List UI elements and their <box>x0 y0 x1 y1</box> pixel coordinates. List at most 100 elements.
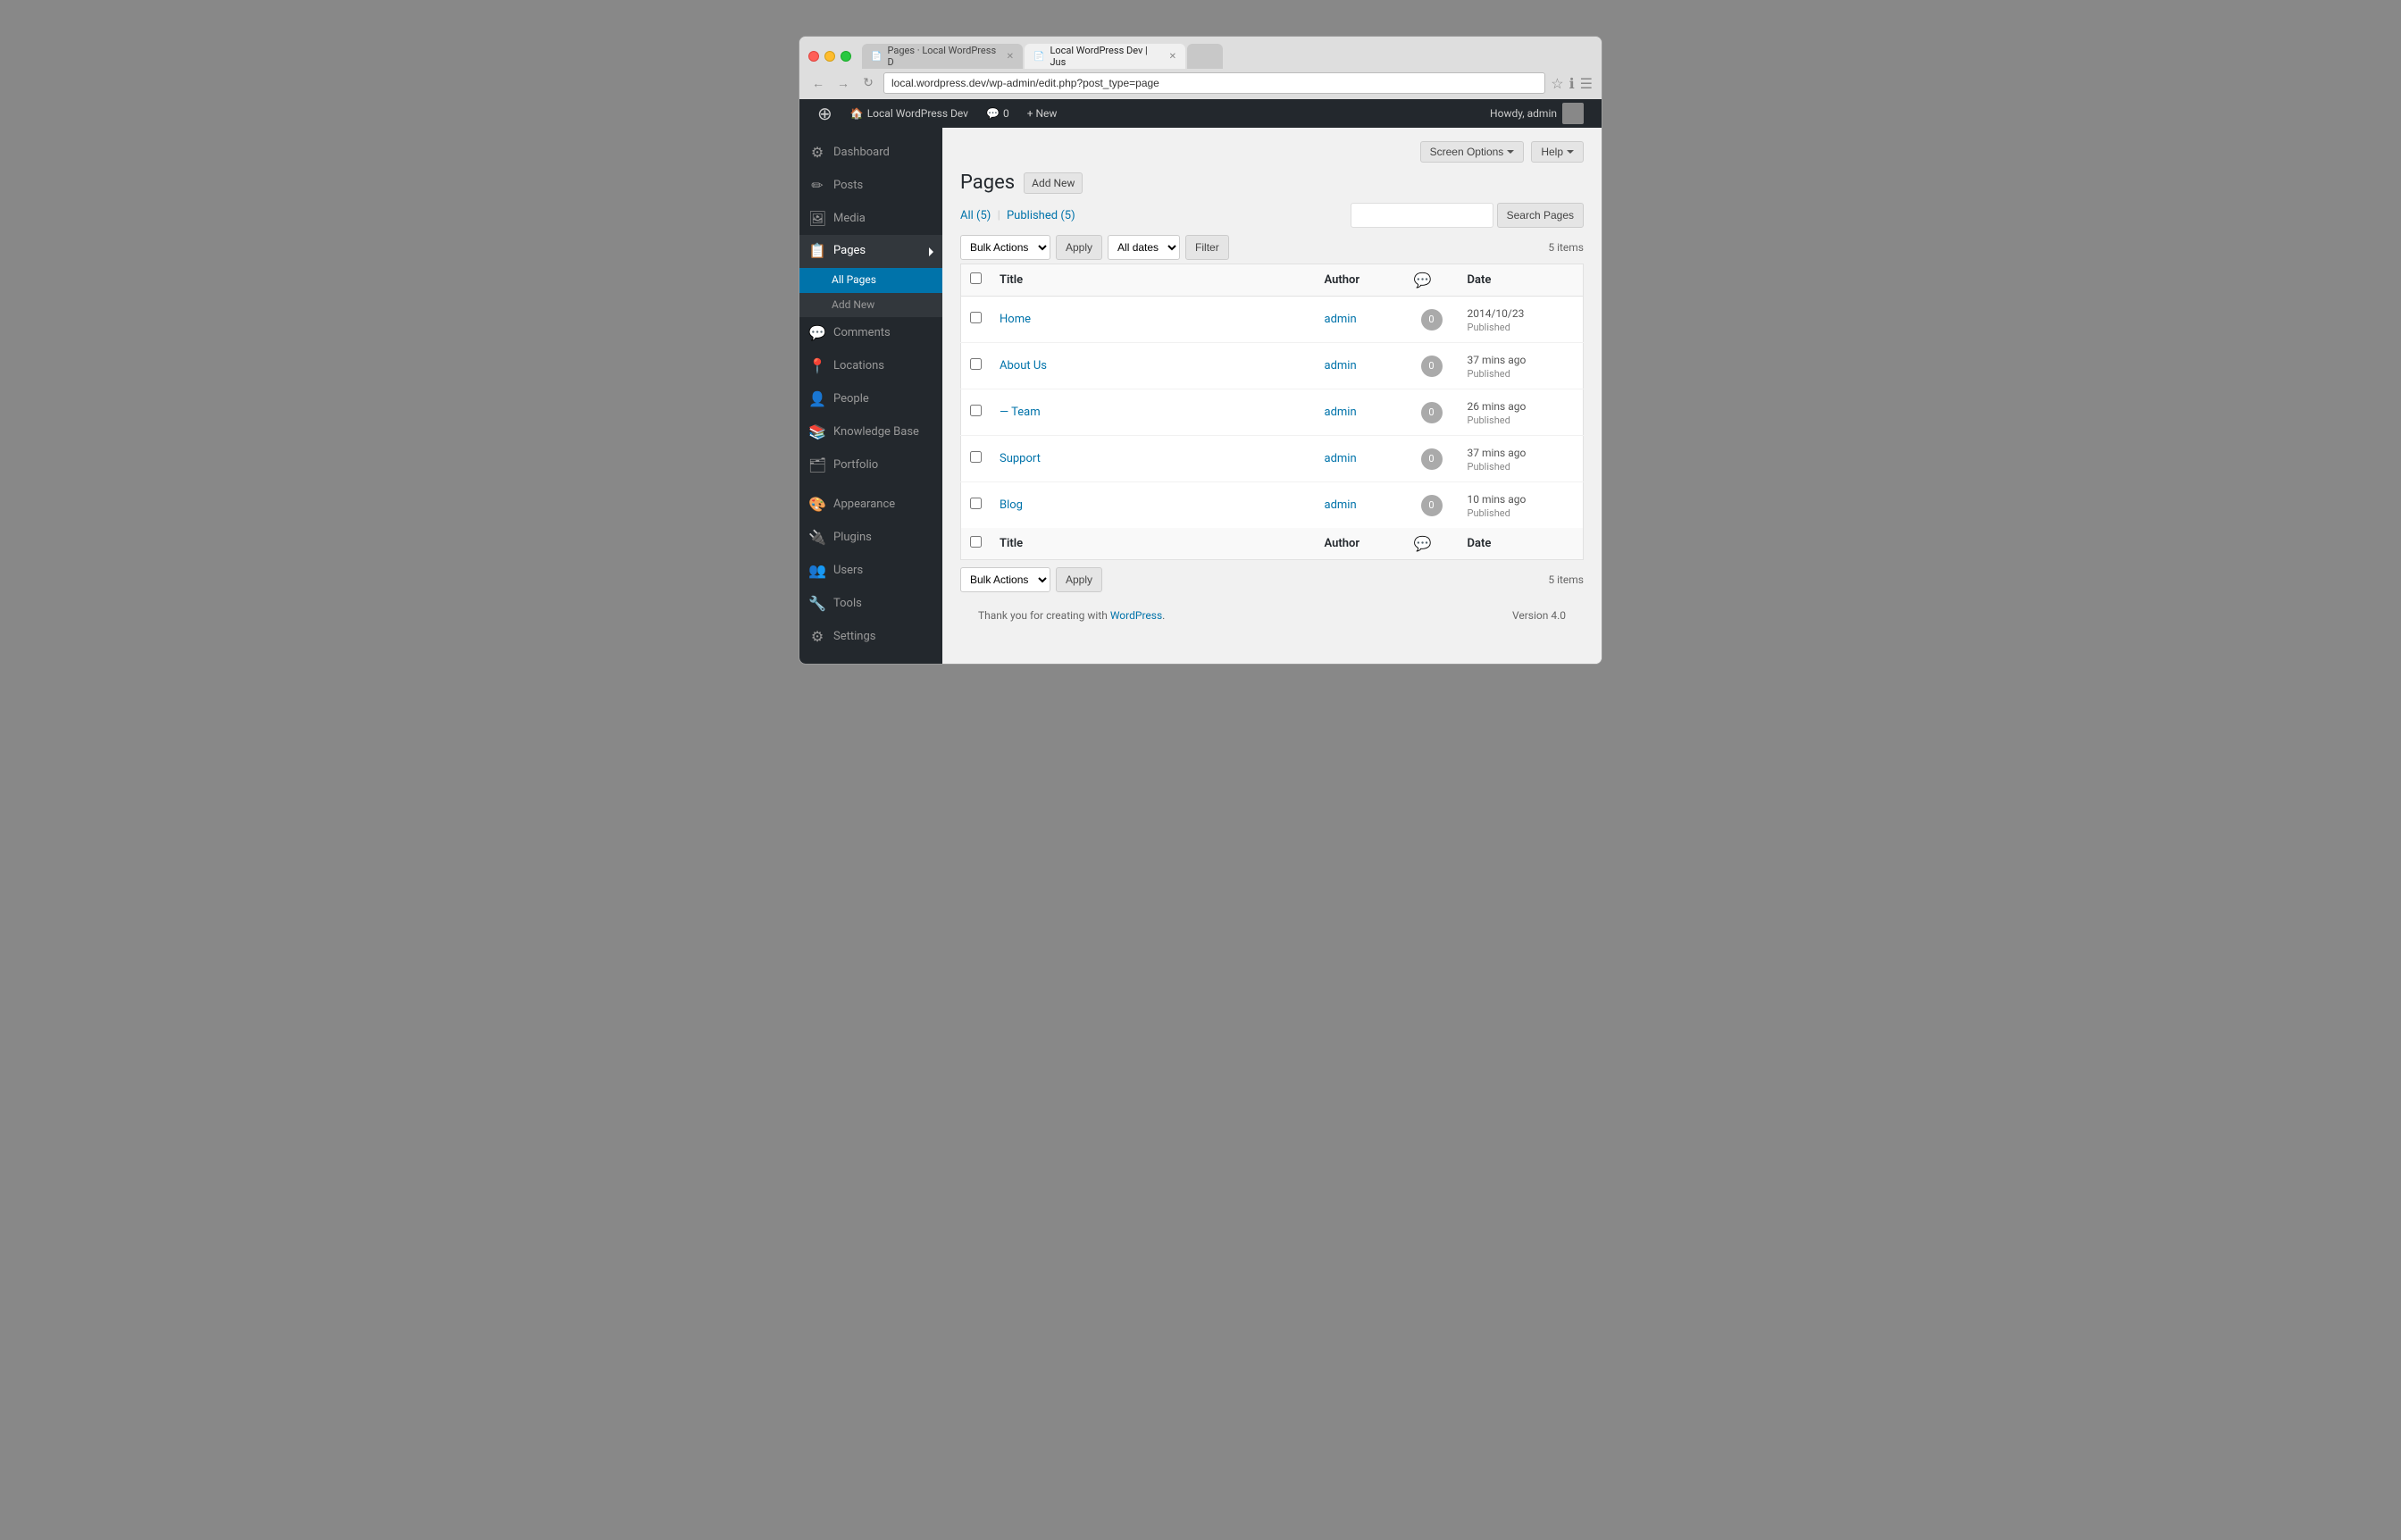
dashboard-icon: ⚙ <box>808 144 826 163</box>
sidebar-item-add-new-page[interactable]: Add New <box>799 293 942 318</box>
tab1-close[interactable]: ✕ <box>1007 52 1014 62</box>
col-author-header[interactable]: Author <box>1316 264 1405 297</box>
adminbar-new-label: + New <box>1027 107 1058 120</box>
adminbar-comments[interactable]: 💬 0 <box>977 99 1018 128</box>
portfolio-icon: 🗂 <box>808 456 826 475</box>
filter-all-link[interactable]: All (5) <box>960 209 994 222</box>
adminbar-home-icon: 🏠 <box>850 107 864 120</box>
row-date-cell: 37 mins ago Published <box>1459 343 1584 389</box>
sidebar-settings-label: Settings <box>833 630 875 645</box>
filter-button[interactable]: Filter <box>1185 235 1229 260</box>
page-title-link[interactable]: Home <box>1000 313 1031 326</box>
sidebar-pages-label: Pages <box>833 244 866 259</box>
apply-bottom-button[interactable]: Apply <box>1056 567 1102 592</box>
add-new-button[interactable]: Add New <box>1024 172 1083 194</box>
tab2-close[interactable]: ✕ <box>1169 52 1176 62</box>
adminbar-howdy[interactable]: Howdy, admin <box>1481 103 1593 124</box>
search-pages-button[interactable]: Search Pages <box>1497 203 1584 228</box>
wp-main: Screen Options Help Pages Add New <box>942 128 1602 664</box>
apply-top-button[interactable]: Apply <box>1056 235 1102 260</box>
adminbar-site-name[interactable]: 🏠 Local WordPress Dev <box>841 99 977 128</box>
reload-button[interactable]: ↻ <box>858 73 878 93</box>
sidebar-item-tools[interactable]: 🔧 Tools <box>799 588 942 621</box>
row-checkbox[interactable] <box>970 451 982 463</box>
browser-tab-1[interactable]: 📄 Pages · Local WordPress D ✕ <box>862 44 1023 69</box>
sidebar-item-posts[interactable]: ✏ Posts <box>799 170 942 203</box>
select-all-checkbox-footer[interactable] <box>970 536 982 548</box>
col-date-header[interactable]: Date <box>1459 264 1584 297</box>
select-all-checkbox[interactable] <box>970 272 982 284</box>
forward-button[interactable]: → <box>833 73 853 93</box>
sidebar-item-appearance[interactable]: 🎨 Appearance <box>799 489 942 522</box>
author-link[interactable]: admin <box>1325 313 1357 326</box>
minimize-dot[interactable] <box>824 51 835 62</box>
row-checkbox[interactable] <box>970 358 982 370</box>
sidebar-knowledge-label: Knowledge Base <box>833 425 919 440</box>
sidebar-item-users[interactable]: 👥 Users <box>799 555 942 588</box>
sidebar-people-label: People <box>833 392 869 407</box>
screen-options-button[interactable]: Screen Options <box>1420 141 1525 163</box>
sidebar-item-comments[interactable]: 💬 Comments <box>799 317 942 350</box>
sidebar-item-settings[interactable]: ⚙ Settings <box>799 621 942 654</box>
page-title-link[interactable]: — Team <box>1000 406 1041 419</box>
all-pages-label: All Pages <box>832 273 876 288</box>
row-date: 37 mins ago <box>1468 445 1575 461</box>
row-status: Published <box>1468 507 1575 519</box>
new-tab-placeholder[interactable] <box>1187 44 1223 69</box>
search-pages-input[interactable] <box>1351 203 1493 228</box>
page-title-link[interactable]: About Us <box>1000 359 1047 372</box>
bulk-actions-top-select[interactable]: Bulk Actions <box>960 235 1050 260</box>
sidebar-item-dashboard[interactable]: ⚙ Dashboard <box>799 137 942 170</box>
sidebar-item-knowledge-base[interactable]: 📚 Knowledge Base <box>799 416 942 449</box>
wp-footer: Thank you for creating with WordPress. V… <box>960 596 1584 635</box>
tab2-label: Local WordPress Dev | Jus <box>1050 45 1159 68</box>
page-title-link[interactable]: Support <box>1000 452 1041 465</box>
sidebar-item-locations[interactable]: 📍 Locations <box>799 350 942 383</box>
sidebar-item-people[interactable]: 👤 People <box>799 383 942 416</box>
sidebar-menu: ⚙ Dashboard ✏ Posts 🖼 Media 📋 Pages <box>799 128 942 664</box>
row-checkbox[interactable] <box>970 405 982 416</box>
sidebar-item-all-pages[interactable]: All Pages <box>799 268 942 293</box>
date-filter-select[interactable]: All dates <box>1108 235 1180 260</box>
close-dot[interactable] <box>808 51 819 62</box>
sidebar-item-pages[interactable]: 📋 Pages <box>799 235 942 268</box>
bookmark-icon[interactable]: ☆ <box>1551 75 1563 92</box>
col-title-header[interactable]: Title <box>991 264 1316 297</box>
info-icon[interactable]: ℹ <box>1569 75 1575 92</box>
adminbar-new[interactable]: + New <box>1018 99 1067 128</box>
row-status: Published <box>1468 414 1575 426</box>
menu-icon[interactable]: ☰ <box>1580 75 1593 92</box>
page-title-row: Pages Add New <box>960 172 1584 194</box>
row-author-cell: admin <box>1316 482 1405 529</box>
adminbar-wp-logo[interactable]: ⊕ <box>808 99 841 128</box>
row-comments-cell: 0 <box>1405 297 1459 343</box>
author-link[interactable]: admin <box>1325 452 1357 465</box>
items-count-bottom: 5 items <box>1548 573 1584 586</box>
row-status: Published <box>1468 322 1575 333</box>
date-header-label: Date <box>1468 273 1492 287</box>
browser-dots <box>808 51 851 62</box>
filter-published-label: Published <box>1007 209 1058 222</box>
maximize-dot[interactable] <box>841 51 851 62</box>
footer-version: Version 4.0 <box>1512 609 1566 622</box>
sidebar-plugins-label: Plugins <box>833 531 872 546</box>
url-bar[interactable] <box>883 72 1545 94</box>
sidebar-item-portfolio[interactable]: 🗂 Portfolio <box>799 449 942 482</box>
author-link[interactable]: admin <box>1325 406 1357 419</box>
author-link[interactable]: admin <box>1325 498 1357 512</box>
back-button[interactable]: ← <box>808 73 828 93</box>
table-row: — Team admin 0 26 mins ago Published <box>961 389 1584 436</box>
sidebar-item-media[interactable]: 🖼 Media <box>799 203 942 236</box>
pages-icon: 📋 <box>808 242 826 261</box>
wordpress-link[interactable]: WordPress <box>1110 609 1162 622</box>
bulk-actions-bottom-select[interactable]: Bulk Actions <box>960 567 1050 592</box>
filter-published-link[interactable]: Published (5) <box>1007 209 1075 222</box>
author-link[interactable]: admin <box>1325 359 1357 372</box>
sidebar-item-plugins[interactable]: 🔌 Plugins <box>799 522 942 555</box>
row-checkbox[interactable] <box>970 312 982 323</box>
browser-tab-2[interactable]: 📄 Local WordPress Dev | Jus ✕ <box>1025 44 1185 69</box>
filter-published-count: (5) <box>1060 209 1075 222</box>
page-title-link[interactable]: Blog <box>1000 498 1023 512</box>
help-button[interactable]: Help <box>1531 141 1584 163</box>
row-checkbox[interactable] <box>970 498 982 509</box>
